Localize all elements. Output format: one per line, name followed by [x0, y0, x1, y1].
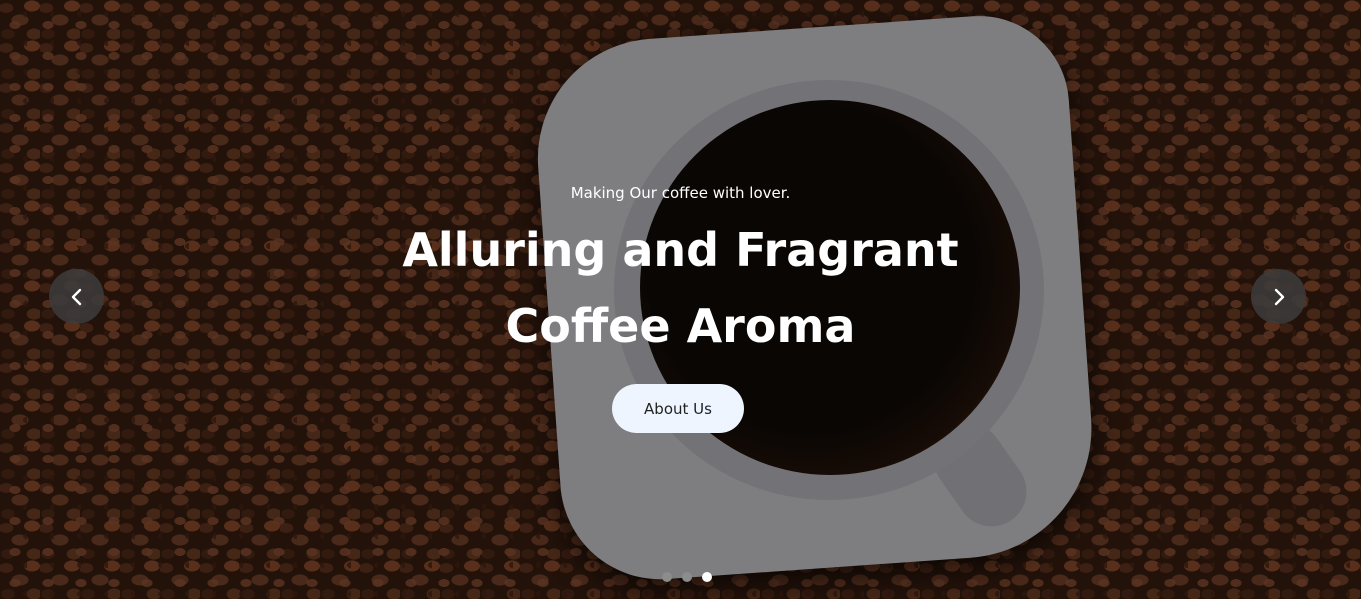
hero-headline: Alluring and Fragrant Coffee Aroma — [0, 212, 1361, 364]
headline-line-1: Alluring and Fragrant — [402, 223, 959, 277]
carousel-dot-3[interactable] — [701, 572, 712, 582]
hero-carousel: Making Our coffee with lover. Alluring a… — [0, 0, 1361, 599]
chevron-left-icon — [71, 288, 81, 305]
carousel-dot-2[interactable] — [681, 572, 692, 582]
carousel-prev-button[interactable] — [49, 269, 104, 324]
chevron-right-icon — [1274, 288, 1284, 305]
carousel-dot-1[interactable] — [661, 572, 672, 582]
hero-tagline: Making Our coffee with lover. — [570, 184, 791, 202]
about-us-button[interactable]: About Us — [612, 384, 744, 433]
carousel-next-button[interactable] — [1251, 269, 1306, 324]
carousel-indicators — [0, 572, 1361, 582]
headline-line-2: Coffee Aroma — [505, 299, 856, 353]
